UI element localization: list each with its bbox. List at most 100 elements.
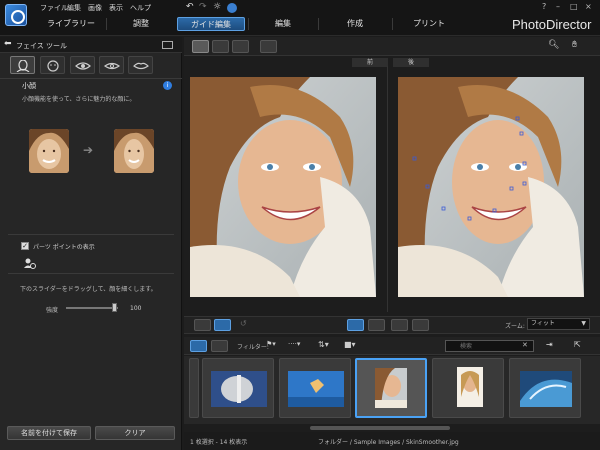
menu-image[interactable]: 画像 [88, 3, 102, 13]
compare-toggle-button[interactable] [347, 319, 364, 331]
clear-button[interactable]: クリア [95, 426, 175, 440]
add-point-icon[interactable] [24, 258, 36, 271]
split-view-button[interactable] [391, 319, 408, 331]
thumbnail-partial[interactable] [189, 358, 199, 418]
face-icon [47, 60, 59, 72]
export-icon[interactable]: ⇱ [574, 340, 581, 349]
tab-divider [248, 18, 249, 30]
menu-file[interactable]: ファイル [40, 3, 68, 13]
thumbnail-wave[interactable] [509, 358, 581, 418]
face-detail-tab[interactable] [40, 56, 65, 74]
thumbnail-view-button[interactable] [190, 340, 207, 352]
feature-description: 小顔機能を使って、さらに魅力的な顔に。 [22, 96, 136, 103]
zoom-value: フィット [531, 320, 555, 327]
view-fullscreen-button[interactable] [212, 40, 229, 53]
tab-guided-edit[interactable]: ガイド編集 [177, 17, 245, 31]
minimize-button[interactable]: – [556, 2, 560, 11]
tab-adjust[interactable]: 調整 [110, 17, 172, 31]
tab-library[interactable]: ライブラリー [38, 17, 104, 31]
tab-divider [318, 18, 319, 30]
undo-icon[interactable]: ↶ [186, 2, 194, 12]
face-shape-tab[interactable] [10, 56, 35, 74]
strength-slider-thumb[interactable] [112, 303, 117, 312]
before-face-thumbnail [29, 129, 69, 173]
detach-panel-icon[interactable] [162, 41, 173, 49]
app-logo-icon [5, 4, 27, 26]
menu-help[interactable]: ヘルプ [130, 3, 151, 13]
slider-help-text: 下のスライダーをドラッグして、顔を細くします。 [20, 286, 157, 293]
lips-icon [133, 62, 149, 70]
help-button[interactable]: ? [542, 2, 546, 11]
view-second-display-button[interactable] [260, 40, 277, 53]
eye-shape-tab[interactable] [99, 56, 124, 74]
color-label-icon[interactable]: ■▾ [344, 340, 356, 349]
strength-slider-track[interactable] [66, 307, 118, 309]
chevron-down-icon: ▼ [581, 320, 586, 327]
menu-view[interactable]: 表示 [109, 3, 123, 13]
redo-icon[interactable]: ↷ [199, 2, 207, 12]
eye-outline-icon [104, 62, 120, 70]
tab-divider [392, 18, 393, 30]
after-label: 後 [393, 58, 429, 67]
thumbnail-rocket[interactable] [202, 358, 274, 418]
sort-icon[interactable]: ⇅▾ [318, 340, 329, 349]
panel-title: フェイス ツール [16, 42, 68, 50]
close-button[interactable]: × [585, 2, 592, 11]
after-photo [398, 77, 584, 297]
single-view-button[interactable] [194, 319, 211, 331]
brand-title: PhotoDirector [512, 17, 592, 32]
show-points-checkbox[interactable]: ✓ [21, 242, 29, 250]
zoom-label: ズーム: [505, 323, 525, 330]
before-label: 前 [352, 58, 388, 67]
filter-label: フィルター: [237, 344, 269, 351]
view-grid-button[interactable] [232, 40, 249, 53]
mouth-tab[interactable] [128, 56, 153, 74]
info-icon[interactable]: i [163, 81, 172, 90]
divider [8, 234, 174, 235]
compare-divider [387, 66, 388, 312]
file-path: フォルダー / Sample Images / SkinSmoother.jpg [318, 439, 459, 446]
filmstrip-scrollbar-thumb[interactable] [310, 426, 450, 430]
menu-edit[interactable]: 編集 [67, 3, 81, 13]
before-photo [190, 77, 376, 297]
divider [8, 273, 174, 274]
left-panel: ⬅ フェイス ツール 小顔 i 小顔機能を使って、さらに魅力的な顔に。 ➔ ✓ … [0, 37, 182, 450]
feature-title: 小顔 [22, 82, 36, 90]
settings-icon[interactable]: ☼ [213, 2, 221, 12]
strength-label: 強度 [46, 307, 59, 314]
contrast-button[interactable] [368, 319, 385, 331]
tab-edit[interactable]: 編集 [252, 17, 314, 31]
face-outline-icon [16, 60, 30, 72]
flag-filter-icon[interactable]: ⚑▾ [266, 340, 276, 348]
eye-tab[interactable] [70, 56, 95, 74]
rotate-icon[interactable]: ↺ [240, 319, 247, 328]
show-points-label: パーツ ポイントの表示 [33, 244, 95, 251]
view-single-button[interactable] [192, 40, 209, 53]
thumbnail-jumper[interactable] [279, 358, 351, 418]
arrow-right-icon: ➔ [83, 143, 94, 157]
tab-create[interactable]: 作成 [322, 17, 388, 31]
list-view-button[interactable] [211, 340, 228, 352]
back-arrow-icon[interactable]: ⬅ [4, 39, 12, 49]
account-icon[interactable] [227, 3, 237, 13]
after-face-thumbnail [114, 129, 154, 173]
side-by-side-button[interactable] [214, 319, 231, 331]
histogram-button[interactable] [412, 319, 429, 331]
hand-tool-icon[interactable]: ✋︎ [572, 40, 577, 50]
thumbnail-portrait[interactable] [432, 358, 504, 418]
maximize-button[interactable]: □ [570, 2, 578, 11]
tab-print[interactable]: プリント [396, 17, 462, 31]
eye-icon [75, 62, 91, 70]
zoom-tool-icon[interactable]: 🔍︎ [548, 40, 559, 50]
zoom-select[interactable]: フィット ▼ [527, 318, 590, 330]
import-icon[interactable]: ⇥ [546, 340, 553, 349]
divider [0, 78, 182, 79]
clear-search-icon[interactable]: ✕ [522, 341, 528, 349]
rating-filter-icon[interactable]: ····▾ [288, 340, 300, 348]
strength-value: 100 [130, 305, 142, 312]
search-input[interactable] [445, 340, 534, 352]
thumbnail-woman-selected[interactable] [355, 358, 427, 418]
tab-divider [106, 18, 107, 30]
save-as-button[interactable]: 名前を付けて保存 [7, 426, 91, 440]
selection-count: 1 枚選択 - 14 枚表示 [190, 439, 248, 446]
